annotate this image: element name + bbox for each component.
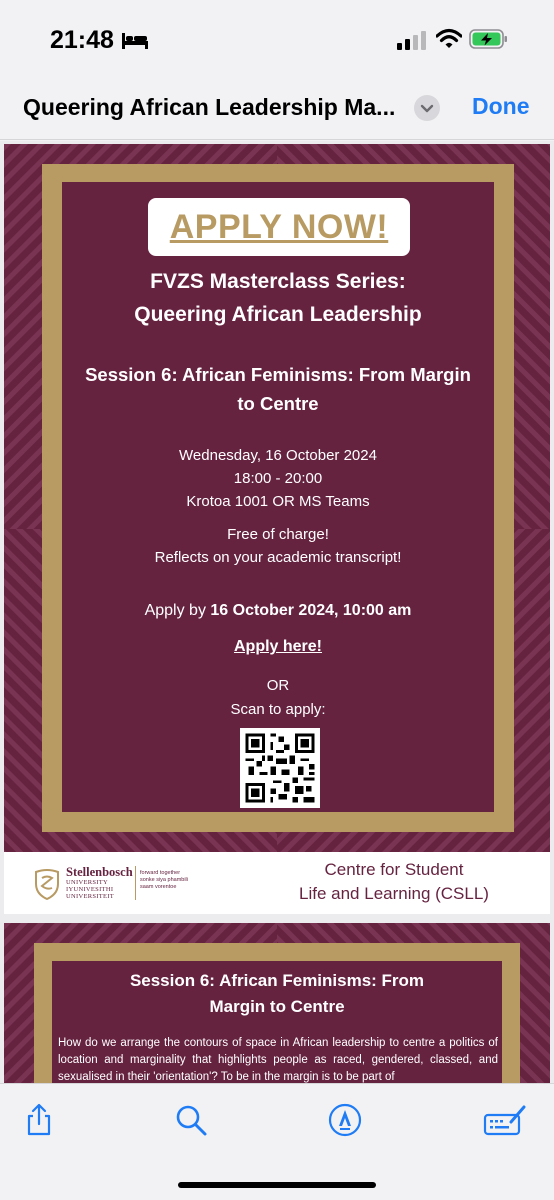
series-title-line1: FVZS Masterclass Series: [150, 270, 406, 293]
flyer-footer: Stellenbosch UNIVERSITY IYUNIVESITHI UNI… [4, 852, 550, 914]
keyboard-edit-icon[interactable] [483, 1102, 527, 1138]
university-logo-icon [35, 869, 59, 900]
document-title: Queering African Leadership Ma... [23, 94, 396, 120]
centre-name-line1: Centre for Student [324, 860, 464, 879]
university-tagline: forward together sonke siya phambili saa… [140, 870, 188, 891]
bed-icon [122, 33, 148, 49]
or-text: OR [266, 677, 290, 694]
document-page-2: Session 6: African Feminisms: From Margi… [4, 923, 550, 1083]
event-cost: Free of charge! [227, 526, 329, 543]
series-title-line2: Queering African Leadership [134, 303, 422, 326]
wifi-icon [436, 28, 462, 48]
document-page-1: APPLY NOW! FVZS Masterclass Series: Quee… [4, 144, 550, 914]
university-name: Stellenbosch [66, 865, 133, 879]
apply-here-link[interactable]: Apply here! [62, 638, 494, 656]
logo-divider [135, 866, 136, 900]
document-viewer[interactable]: APPLY NOW! FVZS Masterclass Series: Quee… [0, 141, 554, 1083]
session-title-line2: to Centre [237, 393, 319, 414]
event-time: 18:00 - 20:00 [233, 470, 323, 487]
apply-by-deadline: 16 October 2024, 10:00 am [210, 602, 412, 619]
university-sub-3: UNIVERSITEIT [66, 893, 115, 900]
event-venue: Krotoa 1001 OR MS Teams [186, 493, 370, 510]
share-icon[interactable] [21, 1102, 57, 1138]
apply-by-prefix: Apply by [144, 602, 211, 619]
done-button[interactable]: Done [472, 93, 530, 120]
tagline-1: forward together [140, 870, 181, 876]
status-bar: 21:48 [0, 0, 554, 78]
event-date: Wednesday, 16 October 2024 [179, 447, 377, 464]
document-nav-bar: Queering African Leadership Ma... Done [0, 78, 554, 140]
event-transcript-note: Reflects on your academic transcript! [154, 549, 402, 566]
battery-charging-icon [469, 29, 507, 49]
university-sub-1: UNIVERSITY [66, 879, 108, 886]
page2-heading-line2: Margin to Centre [209, 997, 345, 1016]
page2-paragraph: How do we arrange the contours of space … [58, 1037, 498, 1083]
status-time: 21:48 [50, 26, 114, 54]
qr-code [240, 728, 320, 808]
university-sub-2: IYUNIVESITHI [66, 886, 114, 893]
chevron-down-icon [420, 104, 434, 113]
page2-content: Session 6: African Feminisms: From Margi… [52, 961, 502, 1083]
university-wordmark: Stellenbosch UNIVERSITY IYUNIVESITHI UNI… [66, 865, 133, 901]
session-title-line1: Session 6: African Feminisms: From Margi… [85, 364, 471, 385]
centre-name-line2: Life and Learning (CSLL) [299, 884, 489, 903]
scan-to-apply-text: Scan to apply: [230, 701, 326, 718]
page2-heading-line1: Session 6: African Feminisms: From [129, 971, 425, 990]
flyer-content: APPLY NOW! FVZS Masterclass Series: Quee… [62, 182, 494, 812]
apply-deadline: Apply by 16 October 2024, 10:00 am [62, 602, 494, 620]
cellular-signal-icon [397, 30, 426, 50]
tagline-3: saam vorentoe [140, 884, 177, 890]
tagline-2: sonke siya phambili [140, 877, 188, 883]
markup-pen-icon[interactable] [327, 1102, 363, 1138]
bottom-toolbar [0, 1083, 554, 1200]
home-indicator[interactable] [178, 1182, 376, 1188]
title-menu-button[interactable] [414, 95, 440, 121]
search-icon[interactable] [173, 1102, 209, 1138]
apply-now-banner: APPLY NOW! [148, 198, 410, 256]
